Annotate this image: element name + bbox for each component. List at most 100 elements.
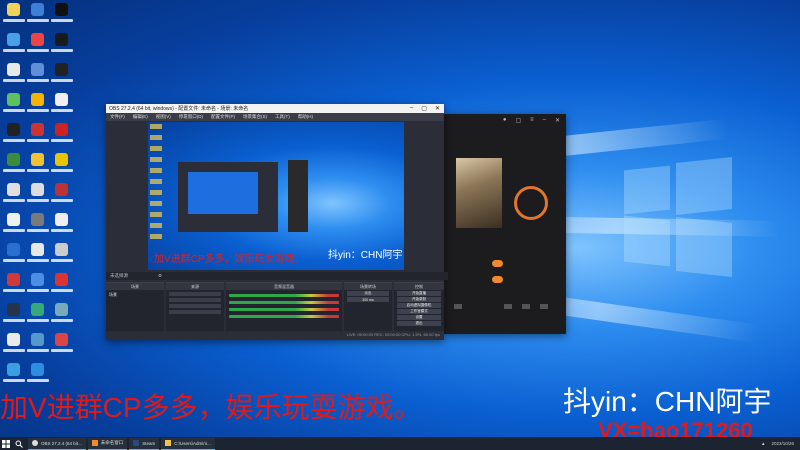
desktop-icon[interactable] <box>48 270 75 300</box>
small-icon[interactable] <box>454 304 462 309</box>
orange-ring[interactable] <box>514 186 548 220</box>
overlay-caption-right: 抖yin：CHN阿宇 <box>563 386 772 417</box>
audio-meter <box>229 294 339 297</box>
preview-caption-left: 加V进群CP多多，娱乐玩耍游戏。 <box>154 254 305 265</box>
desktop-icon[interactable] <box>0 30 27 60</box>
desktop-icon[interactable] <box>48 30 75 60</box>
desktop-icon[interactable] <box>48 300 75 330</box>
close-icon[interactable]: ✕ <box>435 105 440 112</box>
menu-file[interactable]: 文件(F) <box>110 114 125 120</box>
taskbar-item-label: C:\Users\Admin\... <box>174 440 211 446</box>
desktop-icon[interactable] <box>24 330 51 360</box>
obs-preview[interactable]: 加V进群CP多多，娱乐玩耍游戏。 抖yin：CHN阿宇 <box>148 122 404 270</box>
desktop-icon[interactable] <box>0 90 27 120</box>
small-icon[interactable] <box>504 304 512 309</box>
desktop-icon[interactable] <box>24 30 51 60</box>
start-recording-button[interactable]: 开始录制 <box>397 297 441 302</box>
exit-button[interactable]: 退出 <box>397 321 441 326</box>
start-button[interactable] <box>0 437 12 450</box>
network-icon[interactable]: ▲ <box>761 441 765 446</box>
settings-button[interactable]: 设置 <box>397 315 441 320</box>
menu-help[interactable]: 帮助(H) <box>298 114 313 120</box>
desktop-icon[interactable] <box>0 60 27 90</box>
close-icon[interactable]: ✕ <box>555 117 560 124</box>
desktop-icon[interactable] <box>24 300 51 330</box>
studio-mode-button[interactable]: 工作室模式 <box>397 309 441 314</box>
virtual-camera-button[interactable]: 启动虚拟摄像机 <box>397 303 441 308</box>
desktop-icon[interactable] <box>48 330 75 360</box>
desktop-icon[interactable] <box>24 180 51 210</box>
desktop-icon[interactable] <box>48 150 75 180</box>
taskbar-item-steam[interactable]: Steam <box>129 437 160 450</box>
menu-view[interactable]: 视图(V) <box>156 114 171 120</box>
desktop-icon[interactable] <box>24 210 51 240</box>
avatar-icon[interactable]: ● <box>503 117 507 123</box>
menu-tools[interactable]: 工具(T) <box>275 114 290 120</box>
gift-icon[interactable]: ▢ <box>515 117 521 124</box>
desktop-icon[interactable] <box>48 180 75 210</box>
menu-profile[interactable]: 配置文件(P) <box>211 114 235 120</box>
menu-icon[interactable]: ≡ <box>530 117 534 123</box>
properties-icon[interactable]: ⚙ <box>158 273 162 279</box>
source-row[interactable] <box>169 298 221 302</box>
desktop-icon[interactable] <box>24 60 51 90</box>
desktop-icon[interactable] <box>0 210 27 240</box>
desktop-icon[interactable] <box>48 0 75 30</box>
dark-app-window[interactable]: ● ▢ ≡ – ✕ <box>444 114 566 334</box>
toggle-pill[interactable] <box>492 276 503 283</box>
windows-logo-pane <box>676 217 732 277</box>
desktop-icon[interactable] <box>24 0 51 30</box>
desktop-icon[interactable] <box>0 180 27 210</box>
desktop-icon[interactable] <box>48 120 75 150</box>
minimize-icon[interactable]: – <box>543 117 546 123</box>
taskbar-item-obs[interactable]: OBS 27.2.4 (64 bit... <box>28 437 86 450</box>
scene-item[interactable]: 场景 <box>106 290 164 300</box>
source-row[interactable] <box>169 310 221 314</box>
desktop-icon[interactable] <box>24 240 51 270</box>
taskbar-item-label: OBS 27.2.4 (64 bit... <box>41 440 82 446</box>
toggle-pill[interactable] <box>492 260 503 267</box>
desktop-icon-column <box>24 0 51 390</box>
desktop-icon[interactable] <box>0 120 27 150</box>
search-button[interactable] <box>12 437 26 450</box>
desktop-icon[interactable] <box>24 150 51 180</box>
taskbar-item-app[interactable]: 未命名窗口 <box>87 437 128 450</box>
desktop-icon[interactable] <box>24 90 51 120</box>
source-row[interactable] <box>169 292 221 296</box>
menu-edit[interactable]: 编辑(E) <box>133 114 148 120</box>
obs-window[interactable]: OBS 27.2.4 (64 bit, windows) - 配置文件: 未命名… <box>106 104 448 340</box>
maximize-icon[interactable]: ▢ <box>421 105 427 112</box>
taskbar-item-explorer[interactable]: C:\Users\Admin\... <box>161 437 215 450</box>
source-row[interactable] <box>169 304 221 308</box>
desktop-icon[interactable] <box>48 240 75 270</box>
desktop-icon[interactable] <box>0 0 27 30</box>
windows-logo-pane <box>676 157 732 215</box>
clock-date[interactable]: 2022/10/26 <box>771 441 794 446</box>
small-icon[interactable] <box>522 304 530 309</box>
sources-dock: 来源 <box>166 282 224 331</box>
start-streaming-button[interactable]: 开始直播 <box>397 291 441 296</box>
audio-meter <box>229 308 339 311</box>
small-icon[interactable] <box>540 304 548 309</box>
obs-icon <box>32 440 38 446</box>
menu-scene-collection[interactable]: 场景集合(S) <box>243 114 267 120</box>
desktop-icon[interactable] <box>0 330 27 360</box>
desktop-icon[interactable] <box>0 270 27 300</box>
desktop-icon[interactable] <box>0 240 27 270</box>
cover-image <box>456 158 502 228</box>
desktop-icon[interactable] <box>48 90 75 120</box>
transition-duration[interactable]: 300 ms <box>347 297 389 302</box>
minimize-icon[interactable]: – <box>410 105 413 112</box>
menu-docks[interactable]: 停靠窗口(D) <box>179 114 203 120</box>
windows-logo-pane <box>624 165 670 215</box>
desktop-icon[interactable] <box>24 270 51 300</box>
desktop-icon[interactable] <box>0 150 27 180</box>
transition-select[interactable]: 淡出 <box>347 291 389 296</box>
transitions-dock: 场景转场 淡出 300 ms <box>344 282 392 331</box>
preview-nested-app <box>288 160 308 232</box>
desktop-icon[interactable] <box>0 300 27 330</box>
desktop-icon[interactable] <box>48 210 75 240</box>
desktop-icon[interactable] <box>48 60 75 90</box>
desktop-icon[interactable] <box>24 120 51 150</box>
overlay-caption-left: 加V进群CP多多，娱乐玩耍游戏。 <box>0 392 422 423</box>
